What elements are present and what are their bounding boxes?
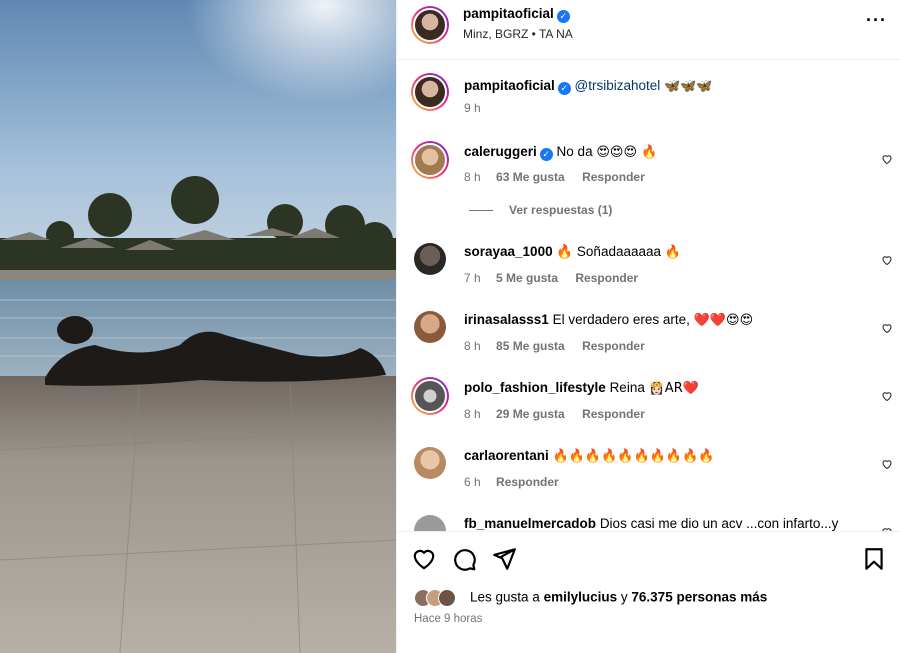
- reply-button[interactable]: Responder: [582, 407, 645, 421]
- commenter-avatar[interactable]: [414, 515, 446, 531]
- commenter-avatar[interactable]: [414, 243, 446, 275]
- caption-time[interactable]: 9 h: [464, 101, 481, 115]
- commenter-avatar[interactable]: [411, 377, 449, 415]
- post-side-panel: pampitaoficial ✓ Minz, BGRZ • TA NA ··· p…: [396, 0, 900, 653]
- post-image: [0, 0, 396, 653]
- comment-item: caleruggeri ✓ No da 😍😍😍 🔥 8 h 63 Me gusta…: [397, 139, 900, 199]
- comments-list[interactable]: pampitaoficial ✓ @trsibizahotel 🦋🦋🦋 9 h c…: [397, 61, 900, 531]
- liker-avatars: [414, 589, 464, 607]
- comment-time[interactable]: 6 h: [464, 475, 481, 489]
- commenter-avatar[interactable]: [414, 311, 446, 343]
- commenter-username[interactable]: irinasalasss1: [464, 312, 549, 327]
- verified-badge-icon: ✓: [556, 10, 570, 23]
- commenter-username[interactable]: sorayaa_1000: [464, 244, 553, 259]
- comment-text: Reina: [609, 380, 645, 395]
- likes-middle: y: [620, 589, 628, 605]
- post-actions: Les gusta a emilylucius y 76.375 persona…: [397, 531, 900, 653]
- reply-button[interactable]: Responder: [582, 170, 645, 184]
- comment-time[interactable]: 8 h: [464, 339, 481, 353]
- comment-emojis: 👸🏻AR❤️: [648, 381, 699, 396]
- post-photo[interactable]: [0, 0, 396, 653]
- save-bookmark-icon[interactable]: [861, 546, 887, 572]
- comment-text: Dios casi me dio un acv ...con infarto..…: [599, 516, 839, 531]
- verified-badge-icon: ✓: [557, 82, 571, 95]
- comment-like-heart-icon[interactable]: [881, 458, 893, 470]
- comment-like-heart-icon[interactable]: [881, 390, 893, 402]
- comment-emojis: 🔥: [664, 245, 681, 260]
- caption-avatar[interactable]: [411, 73, 449, 111]
- commenter-username[interactable]: fb_manuelmercadob: [464, 516, 596, 531]
- view-replies-label: Ver respuestas (1): [509, 203, 613, 217]
- comment-like-heart-icon[interactable]: [881, 254, 893, 266]
- like-heart-icon[interactable]: [411, 546, 437, 572]
- author-avatar[interactable]: [411, 6, 449, 44]
- caption-mention[interactable]: @trsibizahotel: [575, 78, 661, 93]
- caption-emojis: 🦋🦋🦋: [664, 79, 713, 94]
- commenter-avatar[interactable]: [414, 447, 446, 479]
- comment-emojis: 😍😍😍 🔥: [596, 145, 658, 160]
- comment-text: El verdadero eres arte,: [552, 312, 690, 327]
- post-timestamp[interactable]: Hace 9 horas: [414, 613, 482, 625]
- comment-like-count[interactable]: 63 Me gusta: [496, 170, 565, 184]
- share-send-icon[interactable]: [491, 546, 517, 572]
- post-location[interactable]: Minz, BGRZ • TA NA: [463, 27, 573, 41]
- comment-item: carlaorentani 🔥🔥🔥🔥🔥🔥🔥🔥🔥🔥 6 h Responder: [397, 445, 900, 501]
- commenter-username[interactable]: polo_fashion_lifestyle: [464, 380, 606, 395]
- reply-button[interactable]: Responder: [496, 475, 559, 489]
- more-options-icon[interactable]: ···: [866, 10, 887, 31]
- caption-username[interactable]: pampitaoficial: [464, 78, 555, 93]
- comment-like-heart-icon[interactable]: [881, 153, 893, 165]
- comment-item: sorayaa_1000 🔥 Soñadaaaaaa 🔥 7 h 5 Me gu…: [397, 241, 900, 297]
- commenter-username[interactable]: caleruggeri: [464, 144, 537, 159]
- likes-user[interactable]: emilylucius: [544, 590, 618, 605]
- author-username[interactable]: pampitaoficial: [463, 6, 554, 21]
- comment-like-count[interactable]: 5 Me gusta: [496, 271, 558, 285]
- comment-emojis: ❤️❤️😍😍: [693, 313, 754, 328]
- verified-badge-icon: ✓: [539, 148, 553, 161]
- view-replies-button[interactable]: Ver respuestas (1): [469, 203, 612, 217]
- likes-count[interactable]: 76.375 personas más: [631, 590, 767, 605]
- comment-like-heart-icon[interactable]: [881, 322, 893, 334]
- comment-like-count[interactable]: 29 Me gusta: [496, 407, 565, 421]
- comment-bubble-icon[interactable]: [451, 546, 477, 572]
- reply-button[interactable]: Responder: [575, 271, 638, 285]
- comment-item: irinasalasss1 El verdadero eres arte, ❤️…: [397, 309, 900, 365]
- commenter-avatar[interactable]: [411, 141, 449, 179]
- comment-item: polo_fashion_lifestyle Reina 👸🏻AR❤️ 8 h …: [397, 377, 900, 433]
- comment-time[interactable]: 8 h: [464, 407, 481, 421]
- likes-prefix: Les gusta a: [470, 589, 540, 605]
- likes-summary[interactable]: Les gusta a emilylucius y 76.375 persona…: [414, 589, 767, 607]
- replies-divider: [469, 210, 493, 212]
- comment-time[interactable]: 7 h: [464, 271, 481, 285]
- comment-time[interactable]: 8 h: [464, 170, 481, 184]
- comment-item: fb_manuelmercadob Dios casi me dio un ac…: [397, 513, 900, 531]
- commenter-username[interactable]: carlaorentani: [464, 448, 549, 463]
- instagram-post-view: pampitaoficial ✓ Minz, BGRZ • TA NA ··· p…: [0, 0, 900, 653]
- comment-text: No da: [556, 144, 593, 159]
- comment-emojis: 🔥🔥🔥🔥🔥🔥🔥🔥🔥🔥: [552, 449, 715, 464]
- comment-like-count[interactable]: 85 Me gusta: [496, 339, 565, 353]
- comment-text: 🔥 Soñadaaaaaa: [556, 244, 662, 259]
- post-header: pampitaoficial ✓ Minz, BGRZ • TA NA ···: [397, 0, 900, 60]
- caption: pampitaoficial ✓ @trsibizahotel 🦋🦋🦋 9 h: [397, 71, 900, 121]
- reply-button[interactable]: Responder: [582, 339, 645, 353]
